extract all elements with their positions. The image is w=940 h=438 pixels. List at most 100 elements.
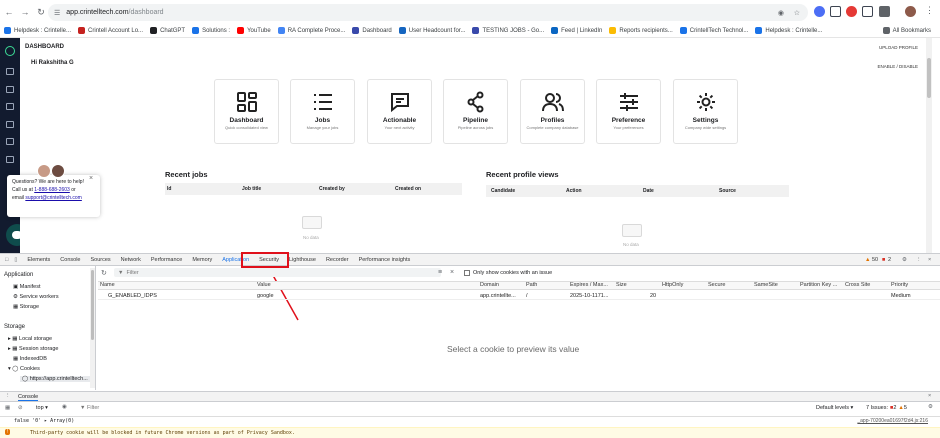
- devtools-tab[interactable]: Performance insights: [359, 257, 411, 263]
- menu-icon[interactable]: ⋮: [925, 5, 934, 16]
- column-header[interactable]: Expires / Max...: [570, 282, 608, 288]
- close-icon[interactable]: ×: [928, 393, 931, 399]
- back-icon[interactable]: ←: [2, 5, 16, 19]
- column-header[interactable]: HttpOnly: [662, 282, 683, 288]
- settings-gear-icon[interactable]: ⚙: [902, 257, 907, 263]
- bookmark-item[interactable]: Helpdesk : Crintelle...: [4, 27, 71, 34]
- bookmark-item[interactable]: CrintellTech Technol...: [679, 27, 748, 34]
- indexeddb-item[interactable]: ▦ IndexedDB: [13, 356, 47, 362]
- card-settings[interactable]: Settings Company wide settings: [673, 79, 738, 144]
- devtools-tab[interactable]: Lighthouse: [289, 257, 316, 263]
- live-expression-icon[interactable]: ◉: [62, 404, 67, 410]
- storage-item[interactable]: ▦ Storage: [13, 304, 39, 310]
- bookmark-item[interactable]: User Headcount for...: [398, 27, 465, 34]
- extension-icon[interactable]: [846, 6, 857, 17]
- bookmark-item[interactable]: RA Complete Proce...: [277, 27, 345, 34]
- column-header[interactable]: Secure: [708, 282, 725, 288]
- bookmark-item[interactable]: YouTube: [237, 27, 271, 34]
- scrollbar-thumb[interactable]: [927, 58, 931, 98]
- close-icon[interactable]: ×: [928, 257, 931, 263]
- device-toggle-icon[interactable]: ▯: [14, 257, 17, 263]
- column-header[interactable]: Cross Site: [845, 282, 870, 288]
- address-bar[interactable]: ☰ app.crintelltech.com/dashboard ◉ ☆: [48, 4, 808, 21]
- bookmark-item[interactable]: Crintell Account Lo...: [78, 27, 143, 34]
- bookmark-item[interactable]: ChatGPT: [150, 27, 185, 34]
- extensions-puzzle-icon[interactable]: [879, 6, 890, 17]
- reload-icon[interactable]: ↻: [34, 5, 48, 19]
- bookmark-item[interactable]: Feed | LinkedIn: [551, 27, 602, 34]
- local-storage-item[interactable]: ▸ ▦ Local storage: [8, 336, 52, 342]
- card-preference[interactable]: Preference Your preferences: [596, 79, 661, 144]
- panel-scrollbar[interactable]: [90, 268, 95, 388]
- devtools-tab[interactable]: Console: [60, 257, 80, 263]
- jobs-icon[interactable]: [6, 86, 14, 93]
- settings-gear-icon[interactable]: ⚙: [928, 404, 933, 410]
- avatar[interactable]: [905, 6, 916, 17]
- devtools-tab[interactable]: Memory: [192, 257, 212, 263]
- scrollbar-thumb[interactable]: [91, 270, 94, 340]
- manifest-item[interactable]: ▣ Manifest: [13, 284, 41, 290]
- all-bookmarks[interactable]: All Bookmarks: [882, 27, 931, 34]
- cookie-site-item[interactable]: ◯ https://app.crintelltech...: [20, 376, 90, 382]
- card-profiles[interactable]: Profiles Complete company database: [520, 79, 585, 144]
- phone-link[interactable]: 1-888-688-2603: [34, 187, 70, 193]
- forward-icon[interactable]: →: [18, 5, 32, 19]
- enable-disable-link[interactable]: ENABLE / DISABLE: [877, 64, 918, 69]
- log-levels-select[interactable]: Default levels ▾: [816, 405, 853, 411]
- table-row[interactable]: [98, 291, 940, 300]
- bookmark-item[interactable]: Helpdesk : Crintelle...: [755, 27, 822, 34]
- extension-icon[interactable]: [814, 6, 825, 17]
- dashboard-icon[interactable]: [6, 68, 14, 75]
- column-header[interactable]: Size: [616, 282, 627, 288]
- column-header[interactable]: Name: [100, 282, 115, 288]
- devtools-tab[interactable]: Sources: [90, 257, 110, 263]
- card-actionable[interactable]: Actionable Your next activity: [367, 79, 432, 144]
- profiles-icon[interactable]: [6, 138, 14, 145]
- service-workers-item[interactable]: ⚙ Service workers: [13, 294, 59, 300]
- preference-icon[interactable]: [6, 156, 14, 163]
- devtools-tab[interactable]: Performance: [151, 257, 183, 263]
- column-header[interactable]: Value: [257, 282, 271, 288]
- pipeline-icon[interactable]: [6, 121, 14, 128]
- page-scrollbar[interactable]: [926, 38, 932, 253]
- refresh-icon[interactable]: ↻: [101, 269, 107, 277]
- bookmark-star-icon[interactable]: ☆: [794, 9, 800, 17]
- extension-icon[interactable]: [862, 6, 873, 17]
- card-jobs[interactable]: Jobs Manage your jobs: [290, 79, 355, 144]
- console-drawer-tab[interactable]: Console: [18, 394, 39, 401]
- column-header[interactable]: Priority: [891, 282, 908, 288]
- only-issue-checkbox[interactable]: Only show cookies with an issue: [464, 270, 552, 276]
- bookmark-item[interactable]: TESTING JOBS - Go...: [472, 27, 544, 34]
- column-header[interactable]: Path: [526, 282, 537, 288]
- extension-icon[interactable]: [830, 6, 841, 17]
- bookmark-item[interactable]: Reports recipients...: [609, 27, 673, 34]
- card-pipeline[interactable]: Pipeline Pipeline across jobs: [443, 79, 508, 144]
- bookmark-item[interactable]: Solutions :: [192, 27, 230, 34]
- card-dashboard[interactable]: Dashboard Quick consolidated view: [214, 79, 279, 144]
- email-link[interactable]: support@crintelltech.com: [25, 195, 82, 201]
- close-icon[interactable]: ×: [89, 175, 93, 182]
- cookies-item[interactable]: ▾ ◯ Cookies: [8, 366, 40, 372]
- drawer-menu-icon[interactable]: ⋮: [5, 393, 11, 399]
- column-header[interactable]: Partition Key ...: [800, 282, 837, 288]
- clear-filter-icon[interactable]: ≡: [438, 269, 442, 276]
- devtools-tab[interactable]: Elements: [27, 257, 50, 263]
- devtools-tab[interactable]: Recorder: [326, 257, 349, 263]
- column-header[interactable]: Domain: [480, 282, 499, 288]
- google-lens-icon[interactable]: ◉: [778, 9, 784, 17]
- delete-icon[interactable]: ×: [450, 269, 454, 276]
- cookie-filter-input[interactable]: ▼ Filter: [114, 268, 441, 277]
- checkbox[interactable]: [464, 270, 470, 276]
- column-header[interactable]: SameSite: [754, 282, 778, 288]
- inspect-icon[interactable]: □: [5, 257, 8, 263]
- upload-profile-link[interactable]: UPLOAD PROFILE: [879, 45, 918, 50]
- context-select[interactable]: top ▾: [36, 405, 48, 411]
- sidebar-toggle-icon[interactable]: ▦: [5, 405, 10, 411]
- session-storage-item[interactable]: ▸ ▦ Session storage: [8, 346, 58, 352]
- bookmark-item[interactable]: Dashboard: [352, 27, 392, 34]
- actionable-icon[interactable]: [6, 103, 14, 110]
- more-icon[interactable]: ⋮: [916, 257, 922, 263]
- devtools-tab[interactable]: Network: [121, 257, 141, 263]
- log-source-link[interactable]: _app-70200ea01697f2d4.js:216: [857, 418, 928, 424]
- site-info-icon[interactable]: ☰: [54, 9, 60, 17]
